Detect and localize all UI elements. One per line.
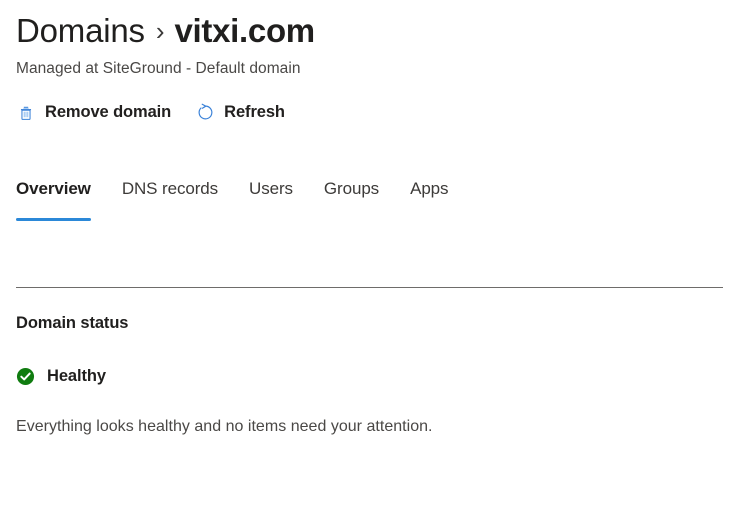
domain-details-page: Domains › vitxi.com Managed at SiteGroun… [0,0,739,519]
tab-apps-label: Apps [410,178,449,198]
refresh-label: Refresh [224,103,285,122]
tab-indicator [122,218,218,221]
tab-apps[interactable]: Apps [410,179,448,221]
tab-list: Overview DNS records Users Groups Apps [16,179,723,221]
status-badge: Healthy [16,367,723,386]
remove-domain-button[interactable]: Remove domain [16,98,171,128]
tab-dns-records-label: DNS records [121,178,219,198]
status-description: Everything looks healthy and no items ne… [16,417,433,435]
tab-overview[interactable]: Overview [16,179,91,221]
page-subtitle: Managed at SiteGround - Default domain [16,59,301,77]
check-circle-icon [16,367,35,386]
refresh-button[interactable]: Refresh [195,98,285,128]
tab-users-label: Users [249,178,293,198]
trash-icon [16,103,36,123]
domain-status-heading: Domain status [16,313,129,332]
command-bar: Remove domain Refresh [16,98,723,128]
status-text: Healthy [47,366,106,385]
tab-indicator [324,218,379,221]
chevron-right-icon: › [155,16,165,46]
tab-indicator [410,218,448,221]
tab-active-indicator [16,217,91,221]
tab-overview-label: Overview [16,178,91,198]
tab-indicator [249,218,293,221]
breadcrumb: Domains › vitxi.com [16,0,723,49]
tab-groups[interactable]: Groups [324,179,379,221]
tab-groups-label: Groups [323,178,380,198]
remove-domain-label: Remove domain [45,103,172,122]
refresh-icon [195,103,215,123]
tab-dns-records[interactable]: DNS records [122,179,218,221]
breadcrumb-root-link[interactable]: Domains [16,13,145,49]
tab-users[interactable]: Users [249,179,293,221]
section-divider [16,286,723,288]
page-title: vitxi.com [174,12,315,49]
